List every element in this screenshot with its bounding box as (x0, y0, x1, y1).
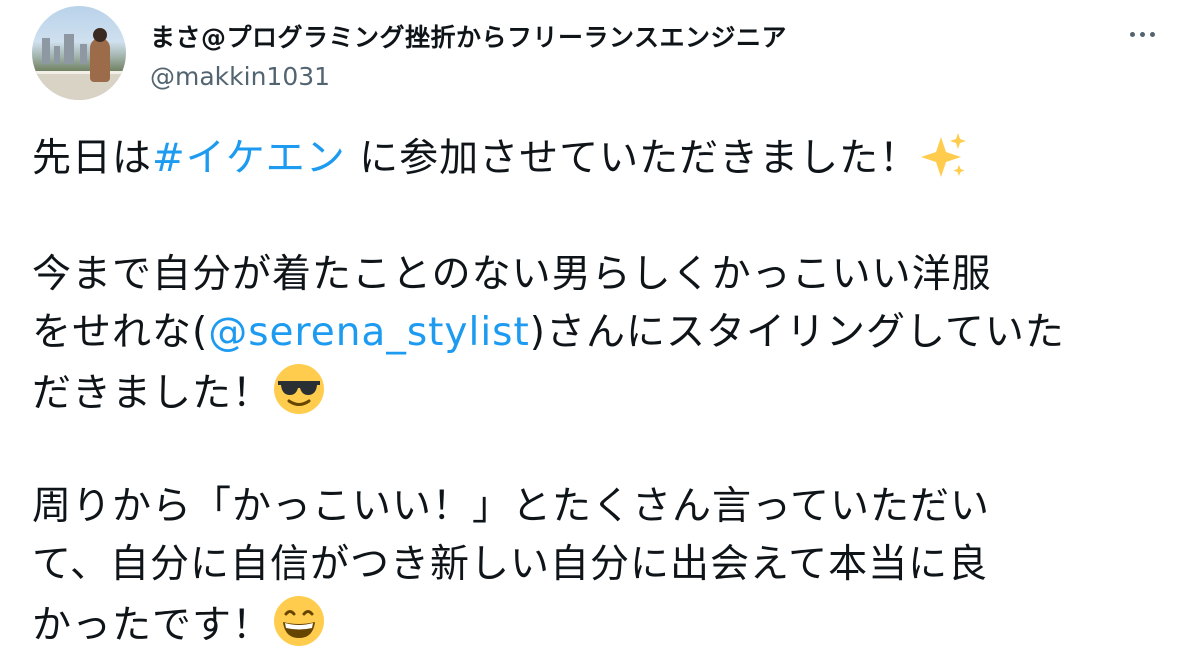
sunglasses-face-icon (272, 362, 326, 433)
hashtag-link[interactable]: #イケエン (152, 136, 346, 181)
grinning-face-icon (272, 594, 326, 665)
avatar[interactable] (32, 6, 126, 100)
author-display-name[interactable]: まさ@プログラミング挫折からフリーランスエンジニア (150, 18, 787, 54)
more-options-icon[interactable] (1122, 24, 1162, 44)
tweet-line: だきました！ (32, 362, 1162, 420)
author-handle[interactable]: @makkin1031 (150, 62, 330, 91)
tweet-line: 今まで自分が着たことのない男らしくかっこいい洋服 (32, 252, 992, 297)
tweet-line: 先日は#イケエン に参加させていただきました！ (32, 130, 1162, 188)
sparkles-icon (919, 131, 969, 198)
tweet: まさ@プログラミング挫折からフリーランスエンジニア @makkin1031 先日… (0, 0, 1192, 654)
tweet-line: て、自分に自信がつき新しい自分に出会えて本当に良 (32, 542, 989, 587)
tweet-line: 周りから「かっこいい！」とたくさん言っていただい (32, 484, 991, 529)
tweet-line: をせれな(@serena_stylist)さんにスタイリングしていた (32, 310, 1065, 355)
mention-link[interactable]: @serena_stylist (208, 310, 530, 355)
tweet-text: 先日は#イケエン に参加させていただきました！ 今まで自分が着たことのない男らし… (32, 130, 1162, 652)
tweet-line: かったです！ (32, 594, 1162, 652)
